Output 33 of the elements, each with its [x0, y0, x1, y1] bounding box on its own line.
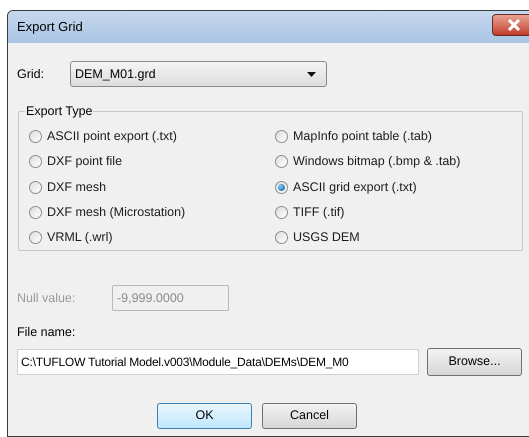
- radio-label: ASCII point export (.txt): [47, 128, 177, 146]
- radio-button[interactable]: [29, 180, 42, 194]
- dialog-button[interactable]: Cancel: [262, 402, 357, 429]
- radio-button[interactable]: [275, 155, 288, 168]
- radio-label: MapInfo point table (.tab): [293, 128, 432, 146]
- radio-label: DXF point file: [47, 153, 122, 170]
- group-title: Export Type: [25, 103, 94, 119]
- radio-button[interactable]: [275, 206, 288, 219]
- radio-label: ASCII grid export (.txt): [293, 178, 417, 196]
- radio-label: VRML (.wrl): [47, 229, 113, 246]
- browse-button[interactable]: Browse...: [427, 348, 522, 376]
- radio-button[interactable]: [29, 155, 42, 168]
- window-title: Export Grid: [17, 18, 83, 36]
- file-name-label: File name:: [17, 324, 76, 341]
- null-value-label: Null value:: [17, 290, 76, 307]
- dropdown-arrow-icon: [307, 72, 316, 76]
- radio-button[interactable]: [29, 130, 42, 144]
- close-icon: [507, 19, 521, 31]
- radio-label: Windows bitmap (.bmp & .tab): [293, 153, 460, 170]
- radio-button[interactable]: [29, 206, 42, 219]
- radio-button[interactable]: [275, 230, 288, 244]
- radio-label: USGS DEM: [293, 229, 360, 246]
- grid-dropdown[interactable]: DEM_M01.grd: [70, 61, 327, 87]
- radio-label: DXF mesh (Microstation): [47, 204, 186, 221]
- radio-label: TIFF (.tif): [293, 204, 344, 221]
- close-button[interactable]: [492, 14, 529, 36]
- radio-button[interactable]: [275, 130, 288, 144]
- radio-button[interactable]: [29, 230, 42, 244]
- grid-label: Grid:: [17, 66, 46, 83]
- radio-label: DXF mesh: [47, 178, 106, 196]
- radio-button[interactable]: [275, 180, 288, 194]
- dialog-button[interactable]: OK: [157, 402, 252, 429]
- file-name-field[interactable]: C:\TUFLOW Tutorial Model.v003\Module_Data\DEMs\DEM_M0: [17, 348, 419, 375]
